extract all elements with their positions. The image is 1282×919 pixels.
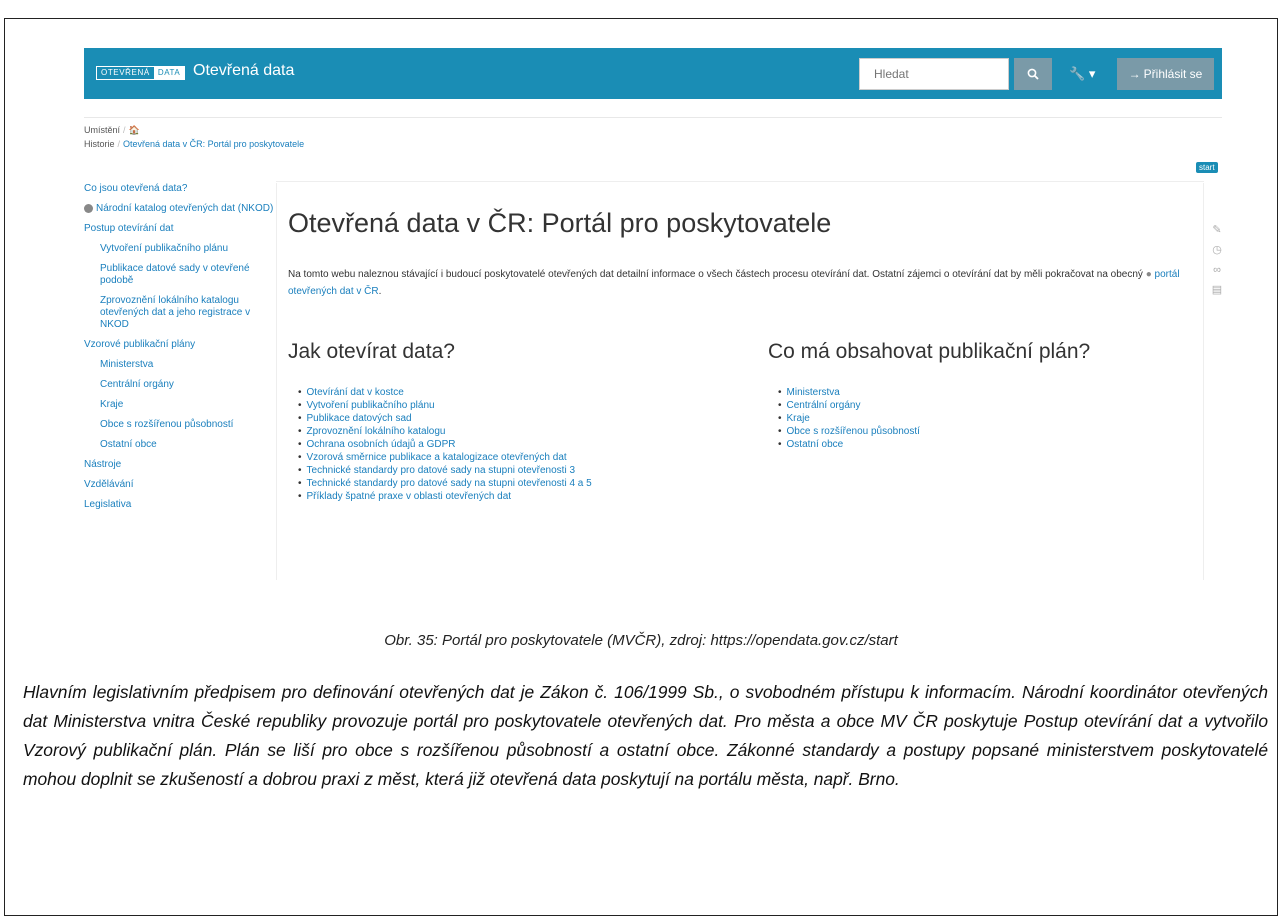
link-icon[interactable]: ∞ — [1210, 260, 1224, 280]
sidebar-item-what-is-open-data[interactable]: Co jsou otevřená data? — [84, 179, 274, 199]
login-button[interactable]: → Přihlásit se — [1117, 58, 1214, 90]
publication-plan-list: Ministerstva Centrální orgány Kraje Obce… — [768, 386, 1188, 451]
sidebar-item-tools[interactable]: Nástroje — [84, 455, 274, 475]
figure-caption: Obr. 35: Portál pro poskytovatele (MVČR)… — [384, 632, 898, 649]
screenshot-figure: OTEVŘENÁ DATA Otevřená data 🔧 ▾ → Přihlá… — [80, 48, 1230, 580]
main-content: Otevřená data v ČR: Portál pro poskytova… — [288, 208, 1188, 502]
list-item[interactable]: Ostatní obce — [778, 438, 1188, 451]
edit-icon[interactable]: ✎ — [1210, 220, 1224, 240]
list-item[interactable]: Publikace datových sad — [298, 412, 708, 425]
page-tools: ✎ ◷ ∞ ▤ — [1210, 220, 1224, 300]
wrench-icon: 🔧 — [1069, 66, 1086, 81]
search-input[interactable] — [859, 58, 1009, 90]
sidebar-item-extended-municipalities[interactable]: Obce s rozšířenou působností — [84, 415, 274, 435]
tools-menu-button[interactable]: 🔧 ▾ — [1069, 66, 1095, 82]
list-item[interactable]: Otevírání dat v kostce — [298, 386, 708, 399]
content-border — [1203, 183, 1204, 580]
sidebar-item-education[interactable]: Vzdělávání — [84, 475, 274, 495]
list-item[interactable]: Ministerstva — [778, 386, 1188, 399]
publication-plan-heading: Co má obsahovat publikační plán? — [768, 340, 1091, 363]
breadcrumb: Umístění / 🏠 Historie / Otevřená data v ČR: … — [84, 125, 305, 149]
publication-plan-section: Co má obsahovat publikační plán? Ministe… — [768, 340, 1188, 451]
chevron-down-icon: ▾ — [1088, 66, 1096, 81]
list-item[interactable]: Zprovoznění lokálního katalogu — [298, 425, 708, 438]
sidebar-item-nkod[interactable]: Národní katalog otevřených dat (NKOD) — [84, 199, 274, 219]
divider — [84, 117, 1222, 118]
list-item[interactable]: Kraje — [778, 412, 1188, 425]
sidebar-item-dataset-publication[interactable]: Publikace datové sady v otevřené podobě — [84, 259, 274, 291]
list-item[interactable]: Technické standardy pro datové sady na s… — [298, 464, 708, 477]
intro-body: Na tomto webu naleznou stávající i budou… — [288, 269, 1143, 280]
globe-icon: ● — [1145, 269, 1152, 280]
list-item[interactable]: Vzorová směrnice publikace a katalogizac… — [298, 451, 708, 464]
brand-logo-part1: OTEVŘENÁ — [101, 68, 150, 77]
how-to-open-heading: Jak otevírat data? — [288, 340, 455, 363]
start-badge[interactable]: start — [1196, 162, 1218, 173]
sidebar-item-ministries[interactable]: Ministerstva — [84, 355, 274, 375]
list-item[interactable]: Ochrana osobních údajů a GDPR — [298, 438, 708, 451]
brand-logo[interactable]: OTEVŘENÁ DATA — [96, 66, 186, 80]
sidebar-item-regions[interactable]: Kraje — [84, 395, 274, 415]
intro-end: . — [378, 286, 382, 297]
history-icon[interactable]: ◷ — [1210, 240, 1224, 260]
list-item[interactable]: Centrální orgány — [778, 399, 1188, 412]
search-icon — [1027, 68, 1039, 80]
list-item[interactable]: Vytvoření publikačního plánu — [298, 399, 708, 412]
sidebar-item-local-catalog[interactable]: Zprovoznění lokálního katalogu otevřenýc… — [84, 291, 274, 335]
home-icon[interactable]: 🏠 — [129, 125, 140, 135]
sidebar-border — [276, 183, 277, 580]
pdf-icon[interactable]: ▤ — [1210, 280, 1224, 300]
breadcrumb-history-label: Historie — [84, 139, 115, 149]
search-button[interactable] — [1014, 58, 1052, 90]
how-to-open-section: Jak otevírat data? Otevírání dat v kostc… — [288, 340, 708, 503]
intro-text: Na tomto webu naleznou stávající i budou… — [288, 266, 1188, 300]
how-to-open-list: Otevírání dat v kostce Vytvoření publika… — [288, 386, 708, 503]
login-icon: → — [1128, 67, 1141, 81]
body-paragraph: Hlavním legislativním předpisem pro defi… — [23, 682, 1268, 789]
brand-logo-part2: DATA — [153, 67, 185, 79]
sidebar-nav: Co jsou otevřená data? Národní katalog o… — [84, 179, 274, 515]
site-title[interactable]: Otevřená data — [193, 62, 294, 80]
list-item[interactable]: Technické standardy pro datové sady na s… — [298, 477, 708, 490]
sidebar-item-postup[interactable]: Postup otevírání dat — [84, 219, 274, 239]
top-navbar: OTEVŘENÁ DATA Otevřená data 🔧 ▾ → Přihlá… — [84, 48, 1222, 99]
page-title: Otevřená data v ČR: Portál pro poskytova… — [288, 208, 832, 238]
globe-icon — [84, 203, 93, 213]
sidebar-item-label: Národní katalog otevřených dat (NKOD) — [96, 203, 274, 214]
sidebar-item-sample-plans[interactable]: Vzorové publikační plány — [84, 335, 274, 355]
sidebar-item-publication-plan[interactable]: Vytvoření publikačního plánu — [84, 239, 274, 259]
login-label: Přihlásit se — [1143, 67, 1203, 81]
breadcrumb-location-label: Umístění — [84, 125, 121, 135]
sidebar-item-central-bodies[interactable]: Centrální orgány — [84, 375, 274, 395]
breadcrumb-current-link[interactable]: Otevřená data v ČR: Portál pro poskytova… — [123, 139, 304, 149]
list-item[interactable]: Obce s rozšířenou působností — [778, 425, 1188, 438]
sidebar-item-legislation[interactable]: Legislativa — [84, 495, 274, 515]
sidebar-item-other-municipalities[interactable]: Ostatní obce — [84, 435, 274, 455]
content-top-border — [276, 181, 1204, 182]
list-item[interactable]: Příklady špatné praxe v oblasti otevřený… — [298, 490, 708, 503]
